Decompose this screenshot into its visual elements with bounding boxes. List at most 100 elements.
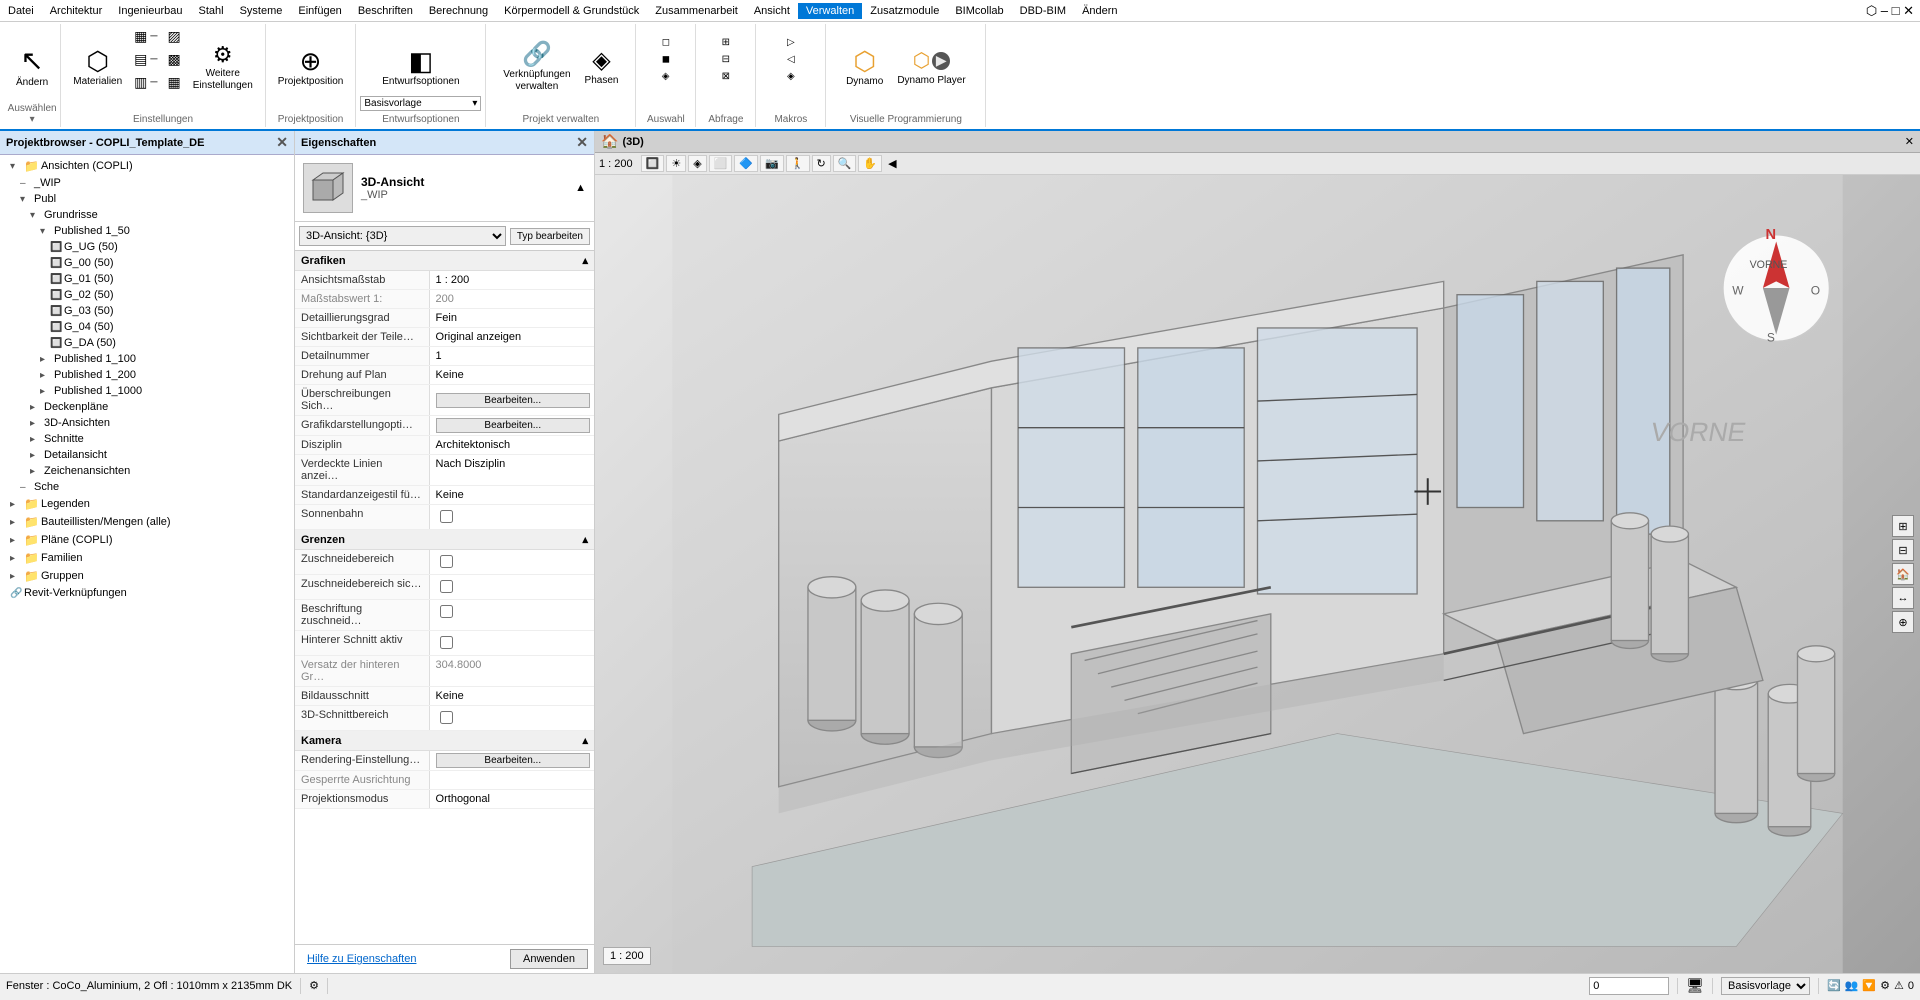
ribbon-btn-small-4[interactable]: ▨ (164, 26, 185, 47)
ribbon-btn-verknuepfungen[interactable]: 🔗 Verknüpfungenverwalten (497, 40, 576, 96)
ribbon-btn-small-2[interactable]: ▤─ (130, 49, 161, 70)
entwurf-dropdown-arrow[interactable]: ▾ (472, 98, 477, 109)
properties-close[interactable]: ✕ (576, 134, 588, 151)
bottom-icon-warning[interactable]: ⚠ (1894, 979, 1904, 992)
3d-schnitt-checkbox[interactable] (440, 711, 453, 724)
tree-item-schnitte[interactable]: ▸ Schnitte (2, 431, 292, 447)
props-scroll-up[interactable]: ▲ (575, 182, 586, 194)
tree-item-gug[interactable]: 🔲 G_UG (50) (2, 239, 292, 255)
ueberschreibungen-edit-btn[interactable]: Bearbeiten... (436, 393, 590, 408)
prop-val-zuschneidebereich[interactable] (430, 550, 594, 574)
bottom-icon-filter[interactable]: 🔽 (1862, 979, 1876, 992)
view-tb-camera[interactable]: 📷 (760, 155, 784, 172)
prop-section-kamera-collapse[interactable]: ▴ (582, 734, 588, 747)
menu-dbd-bim[interactable]: DBD-BIM (1012, 3, 1074, 19)
menu-zusammenarbeit[interactable]: Zusammenarbeit (647, 3, 746, 19)
tree-item-3d-ansichten[interactable]: ▸ 3D-Ansichten (2, 415, 292, 431)
tree-item-sche[interactable]: – Sche (2, 479, 292, 495)
tree-item-bauteillisten[interactable]: ▸ 📁 Bauteillisten/Mengen (alle) (2, 513, 292, 531)
tree-item-wip[interactable]: – _WIP (2, 175, 292, 191)
view-content[interactable]: VORNE N O W S VORNE (595, 175, 1920, 973)
tree-item-revit-links[interactable]: 🔗 Revit-Verknüpfungen (2, 585, 292, 601)
menu-berechnung[interactable]: Berechnung (421, 3, 496, 19)
view-ctrl-3[interactable]: 🏠 (1892, 563, 1914, 585)
view-tb-walk[interactable]: 🚶 (786, 155, 810, 172)
ribbon-btn-aendern[interactable]: ↖ Ändern (10, 44, 54, 92)
ribbon-btn-phasen[interactable]: ◈ Phasen (579, 46, 625, 90)
ribbon-btn-abfrage-1[interactable]: ⊞ (718, 35, 734, 50)
tree-item-g01[interactable]: 🔲 G_01 (50) (2, 271, 292, 287)
prop-val-verdeckte[interactable]: Nach Disziplin (430, 455, 594, 485)
bottom-workset-icon[interactable]: 🖥 (1686, 977, 1704, 994)
view-tb-zoom[interactable]: 🔍 (833, 155, 857, 172)
ribbon-btn-dynamo-player[interactable]: ⬡ ▶ Dynamo Player (891, 45, 971, 90)
prop-val-projektionsmodus[interactable]: Orthogonal (430, 790, 594, 808)
bottom-icon-group[interactable]: 👥 (1845, 979, 1859, 992)
tree-item-gruppen[interactable]: ▸ 📁 Gruppen (2, 567, 292, 585)
view-tb-pan[interactable]: ✋ (858, 155, 882, 172)
prop-val-zuschneide-sic[interactable] (430, 575, 594, 599)
tree-item-detailansicht[interactable]: ▸ Detailansicht (2, 447, 292, 463)
bottom-icon-sync[interactable]: 🔄 (1827, 979, 1841, 992)
ribbon-btn-makros-1[interactable]: ▷ (783, 35, 799, 50)
menu-bimcollab[interactable]: BIMcollab (947, 3, 1011, 19)
tree-item-published-50[interactable]: ▾ Published 1_50 (2, 223, 292, 239)
tree-item-g00[interactable]: 🔲 G_00 (50) (2, 255, 292, 271)
menu-systeme[interactable]: Systeme (232, 3, 291, 19)
ribbon-btn-dynamo[interactable]: ⬡ Dynamo (840, 45, 889, 91)
prop-val-bildausschnitt[interactable]: Keine (430, 687, 594, 705)
prop-section-kamera[interactable]: Kamera ▴ (295, 731, 594, 751)
tree-item-familien[interactable]: ▸ 📁 Familien (2, 549, 292, 567)
view-ctrl-5[interactable]: ⊕ (1892, 611, 1914, 633)
tree-item-deckenplaene[interactable]: ▸ Deckenpläne (2, 399, 292, 415)
tree-item-pub200[interactable]: ▸ Published 1_200 (2, 367, 292, 383)
zuschneide-checkbox[interactable] (440, 555, 453, 568)
prop-val-3d-schnitt[interactable] (430, 706, 594, 730)
bottom-icon-settings2[interactable]: ⚙ (1880, 979, 1890, 992)
view-tb-sun[interactable]: ☀ (666, 155, 686, 172)
prop-val-sonnenbahn[interactable] (430, 505, 594, 529)
rendering-edit-btn[interactable]: Bearbeiten... (436, 753, 590, 768)
tree-item-zeichenansichten[interactable]: ▸ Zeichenansichten (2, 463, 292, 479)
prop-section-grafiken-collapse[interactable]: ▴ (582, 254, 588, 267)
prop-section-grenzen-collapse[interactable]: ▴ (582, 533, 588, 546)
tree-item-gda[interactable]: 🔲 G_DA (50) (2, 335, 292, 351)
tree-item-pub1000[interactable]: ▸ Published 1_1000 (2, 383, 292, 399)
tree-item-pub100[interactable]: ▸ Published 1_100 (2, 351, 292, 367)
grafik-edit-btn[interactable]: Bearbeiten... (436, 418, 590, 433)
ribbon-btn-entwurfsoptionen[interactable]: ◧ Entwurfsoptionen (376, 45, 465, 91)
tree-item-ansichten[interactable]: ▾ 📁 Ansichten (COPLI) (2, 157, 292, 175)
prop-section-grenzen[interactable]: Grenzen ▴ (295, 530, 594, 550)
ribbon-btn-auswahl-2[interactable]: ◼ (658, 52, 674, 67)
tree-item-plaene[interactable]: ▸ 📁 Pläne (COPLI) (2, 531, 292, 549)
apply-button[interactable]: Anwenden (510, 949, 588, 969)
tree-item-legenden[interactable]: ▸ 📁 Legenden (2, 495, 292, 513)
menu-architektur[interactable]: Architektur (42, 3, 111, 19)
prop-type-edit-btn[interactable]: Typ bearbeiten (510, 228, 590, 245)
prop-val-standardanzeigestil[interactable]: Keine (430, 486, 594, 504)
ribbon-btn-small-6[interactable]: ▦ (164, 72, 185, 93)
bottom-icon-1[interactable]: ⚙ (309, 979, 319, 992)
view-canvas-3d[interactable]: VORNE N O W S VORNE (595, 175, 1920, 973)
prop-val-sichtbarkeit[interactable]: Original anzeigen (430, 328, 594, 346)
prop-val-ansichtsmass[interactable]: 1 : 200 (430, 271, 594, 289)
menu-zusatzmodule[interactable]: Zusatzmodule (862, 3, 947, 19)
prop-type-select[interactable]: 3D-Ansicht: {3D} (299, 226, 506, 246)
menu-ansicht[interactable]: Ansicht (746, 3, 798, 19)
prop-val-hinterer[interactable] (430, 631, 594, 655)
ribbon-btn-small-5[interactable]: ▩ (164, 49, 185, 70)
bottom-coord-input[interactable] (1589, 977, 1669, 995)
ribbon-btn-weitere[interactable]: ⚙ WeitereEinstellungen (187, 41, 259, 95)
tree-item-g04[interactable]: 🔲 G_04 (50) (2, 319, 292, 335)
prop-val-beschriftung[interactable] (430, 600, 594, 630)
bottom-template-dropdown[interactable]: Basisvorlage (1721, 977, 1810, 995)
view-ctrl-2[interactable]: ⊟ (1892, 539, 1914, 561)
menu-datei[interactable]: Datei (0, 3, 42, 19)
prop-val-drehung[interactable]: Keine (430, 366, 594, 384)
menu-aendern[interactable]: Ändern (1074, 3, 1125, 19)
tree-item-grundrisse[interactable]: ▾ Grundrisse (2, 207, 292, 223)
ribbon-btn-abfrage-2[interactable]: ⊟ (718, 52, 734, 67)
view-3d-close[interactable]: ✕ (1905, 135, 1914, 148)
menu-koerpermodell[interactable]: Körpermodell & Grundstück (496, 3, 647, 19)
menu-verwalten[interactable]: Verwalten (798, 3, 862, 19)
